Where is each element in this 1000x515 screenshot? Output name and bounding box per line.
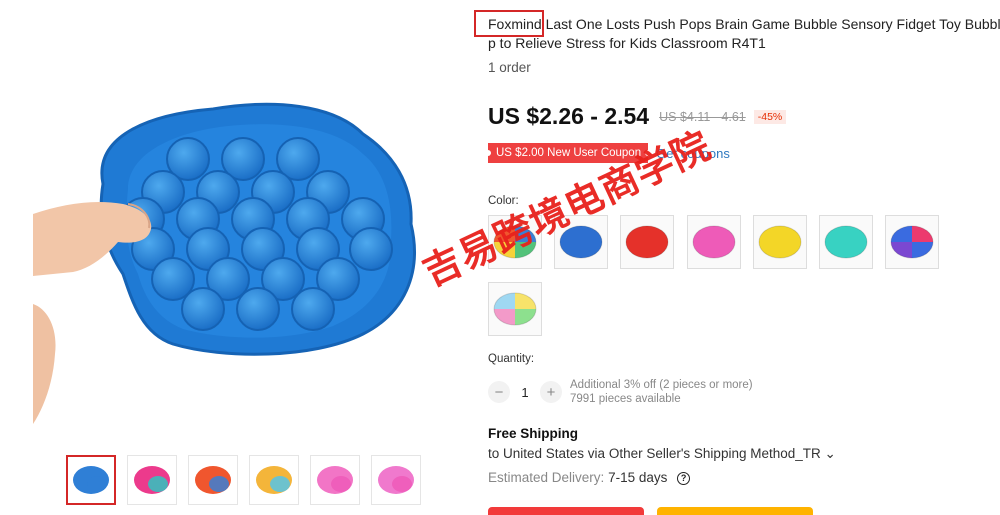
price-row: US $2.26 - 2.54 US $4.11 - 4.61 -45%: [488, 103, 787, 130]
swatch-toy-icon: [625, 225, 669, 259]
shipping-destination-text: to United States via Other Seller's Ship…: [488, 446, 821, 461]
thumbnail-strip: [66, 455, 421, 505]
thumbnail-toy-icon: [256, 466, 292, 494]
thumbnail-toy-icon: [317, 466, 353, 494]
quantity-stepper: − 1 + Additional 3% off (2 pieces or mor…: [488, 378, 753, 406]
thumb-pink-stack[interactable]: [310, 455, 360, 505]
original-price: US $4.11 - 4.61: [659, 109, 746, 124]
color-swatch-multi-round[interactable]: [885, 215, 939, 269]
shipping-destination[interactable]: to United States via Other Seller's Ship…: [488, 446, 836, 462]
swatch-toy-icon: [493, 225, 537, 259]
thumbnail-toy-icon: [134, 466, 170, 494]
thumbnail-toy-icon: [195, 466, 231, 494]
pop-it-toy-image: [33, 102, 416, 424]
buy-now-button[interactable]: [488, 507, 644, 515]
color-swatch-rainbow-round[interactable]: [488, 215, 542, 269]
new-user-coupon[interactable]: US $2.00 New User Coupon: [484, 143, 652, 163]
bulk-discount-note: Additional 3% off (2 pieces or more): [570, 379, 753, 391]
product-title-line2: p to Relieve Stress for Kids Classroom R…: [488, 35, 766, 51]
bubble: [181, 287, 225, 331]
help-icon[interactable]: ?: [677, 472, 691, 485]
add-to-cart-button[interactable]: [657, 507, 813, 515]
bubble: [349, 227, 393, 271]
order-count: 1 order: [488, 60, 531, 75]
delivery-days: 7-15 days: [608, 470, 668, 485]
thumb-rainbow-hand[interactable]: [249, 455, 299, 505]
watermark-text: 吉易跨境电商学院: [416, 122, 718, 295]
stock-available: 7991 pieces available: [570, 393, 681, 405]
swatch-toy-icon: [824, 225, 868, 259]
color-swatch-teal-octagon[interactable]: [819, 215, 873, 269]
thumb-pink-teal[interactable]: [127, 455, 177, 505]
thumbnail-toy-icon: [378, 466, 414, 494]
quantity-value[interactable]: 1: [510, 385, 540, 400]
quantity-label: Quantity:: [488, 353, 535, 365]
thumb-rainbow-trio[interactable]: [188, 455, 238, 505]
color-swatch-pink-round[interactable]: [687, 215, 741, 269]
thumb-blue-round[interactable]: [66, 455, 116, 505]
swatch-toy-icon: [890, 225, 934, 259]
bubble: [291, 287, 335, 331]
color-swatch-blue-heart[interactable]: [554, 215, 608, 269]
discount-badge: -45%: [753, 109, 787, 124]
shipping-title: Free Shipping: [488, 426, 579, 441]
product-title: Foxmind Last One Losts Push Pops Brain G…: [488, 15, 1000, 53]
get-coupons-link[interactable]: Get coupons: [656, 146, 730, 161]
coupon-row: US $2.00 New User Coupon Get coupons: [484, 143, 730, 163]
bubble: [236, 287, 280, 331]
thumbnail-toy-icon: [73, 466, 109, 494]
quantity-decrease-button[interactable]: −: [488, 381, 510, 403]
color-label: Color:: [488, 195, 519, 207]
current-price: US $2.26 - 2.54: [488, 103, 650, 129]
product-title-line1: Last One Losts Push Pops Brain Game Bubb…: [545, 16, 1000, 32]
product-main-image: [33, 14, 453, 440]
quantity-increase-button[interactable]: +: [540, 381, 562, 403]
color-swatch-pastel-rainbow[interactable]: [488, 282, 542, 336]
swatch-toy-icon: [559, 225, 603, 259]
swatch-toy-icon: [758, 225, 802, 259]
chevron-down-icon: ⌄: [824, 446, 836, 461]
estimated-delivery: Estimated Delivery: 7-15 days ?: [488, 470, 691, 485]
color-swatch-red-square[interactable]: [620, 215, 674, 269]
delivery-label: Estimated Delivery:: [488, 470, 605, 485]
swatch-toy-icon: [493, 292, 537, 326]
thumb-pink-single[interactable]: [371, 455, 421, 505]
quantity-notes: Additional 3% off (2 pieces or more) 799…: [570, 378, 753, 406]
swatch-toy-icon: [692, 225, 736, 259]
color-swatch-yellow-round[interactable]: [753, 215, 807, 269]
brand-highlight-box: [474, 10, 544, 37]
